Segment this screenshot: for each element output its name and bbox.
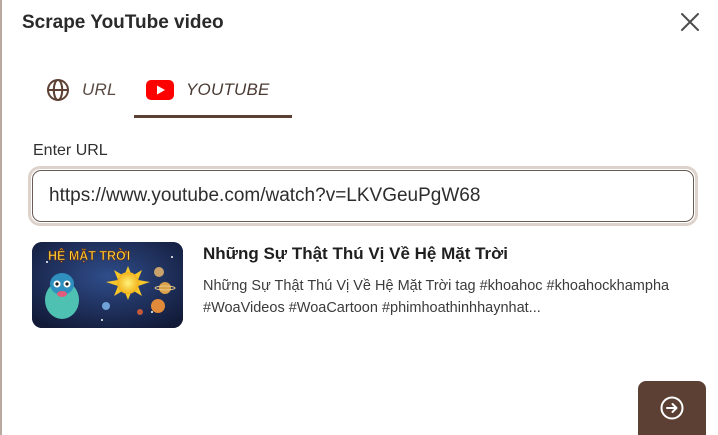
tab-youtube-label: YOUTUBE <box>186 80 270 99</box>
tab-url-label: URL <box>82 80 117 99</box>
close-icon <box>681 13 699 31</box>
url-input[interactable] <box>32 170 694 222</box>
globe-icon <box>47 79 69 101</box>
video-title: Những Sự Thật Thú Vị Về Hệ Mặt Trời <box>203 244 508 263</box>
video-preview-card: HỆ MẶT TRỜI Những Sự Thật Thú Vị Về Hệ M… <box>32 242 702 328</box>
arrow-right-circle-icon <box>660 396 684 420</box>
url-field-label: Enter URL <box>33 142 108 159</box>
active-tab-indicator <box>134 115 292 118</box>
url-input-focus-ring <box>28 166 698 226</box>
scrape-dialog: Scrape YouTube video URL YOUTUBE Enter U… <box>0 0 718 435</box>
tab-youtube[interactable]: YOUTUBE <box>134 62 292 118</box>
video-thumbnail: HỆ MẶT TRỜI <box>32 242 183 328</box>
submit-button[interactable] <box>638 381 706 435</box>
dialog-title: Scrape YouTube video <box>22 12 224 33</box>
video-description: Những Sự Thật Thú Vị Về Hệ Mặt Trời tag … <box>203 278 670 316</box>
youtube-icon <box>146 80 174 100</box>
tab-url[interactable]: URL <box>34 62 134 118</box>
solar-system-thumbnail-image: HỆ MẶT TRỜI <box>32 242 183 328</box>
close-button[interactable] <box>676 8 704 36</box>
thumbnail-caption: HỆ MẶT TRỜI <box>48 248 130 263</box>
dialog-left-border <box>0 0 2 435</box>
